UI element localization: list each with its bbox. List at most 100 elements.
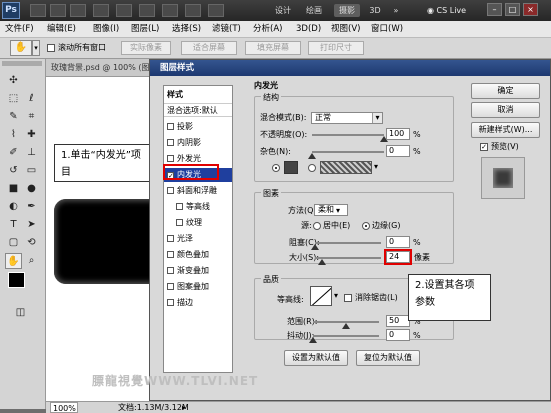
noise-slider-knob[interactable] bbox=[308, 153, 316, 159]
style-item-satin[interactable]: 光泽 bbox=[164, 232, 232, 246]
opacity-input[interactable]: 100 bbox=[386, 128, 410, 140]
scroll-all-checkbox[interactable] bbox=[47, 44, 55, 52]
checkbox-bevel-emboss[interactable] bbox=[167, 187, 174, 194]
choke-input[interactable]: 0 bbox=[386, 236, 410, 248]
size-slider-knob[interactable] bbox=[318, 259, 326, 265]
anti-alias-checkbox[interactable] bbox=[344, 294, 352, 302]
checkbox-inner-shadow[interactable] bbox=[167, 139, 174, 146]
menu-view[interactable]: 视图(V) bbox=[331, 21, 360, 38]
hand-tool-icon[interactable]: ✋ bbox=[5, 253, 22, 269]
minimize-button[interactable]: – bbox=[487, 3, 502, 16]
noise-input[interactable]: 0 bbox=[386, 145, 410, 157]
fill-screen-button[interactable]: 填充屏幕 bbox=[245, 41, 301, 55]
styles-header[interactable]: 样式 bbox=[164, 88, 232, 102]
menu-file[interactable]: 文件(F) bbox=[5, 21, 34, 38]
path-selection-tool-icon[interactable]: ➤ bbox=[23, 217, 40, 233]
style-item-bevel-emboss[interactable]: 斜面和浮雕 bbox=[164, 184, 232, 198]
arrange-documents-icon[interactable] bbox=[185, 4, 201, 17]
history-brush-tool-icon[interactable]: ↺ bbox=[5, 163, 22, 179]
quick-select-tool-icon[interactable]: ✎ bbox=[5, 109, 22, 125]
checkbox-color-overlay[interactable] bbox=[167, 251, 174, 258]
workspace-photography[interactable]: 摄影 bbox=[334, 4, 360, 17]
restore-button[interactable]: □ bbox=[505, 3, 520, 16]
source-edge-radio[interactable] bbox=[362, 222, 370, 230]
hand-tool-preset-icon[interactable]: ✋ bbox=[10, 40, 32, 56]
solid-color-radio[interactable] bbox=[272, 164, 280, 172]
menu-layer[interactable]: 图层(L) bbox=[131, 21, 159, 38]
gradient-picker[interactable] bbox=[320, 161, 372, 174]
contour-picker[interactable] bbox=[310, 286, 332, 306]
clone-stamp-tool-icon[interactable]: ⊥ bbox=[23, 145, 40, 161]
checkbox-gradient-overlay[interactable] bbox=[167, 267, 174, 274]
hand-tool-icon[interactable] bbox=[116, 4, 132, 17]
zoom-tool-icon[interactable] bbox=[139, 4, 155, 17]
menu-image[interactable]: 图像(I) bbox=[93, 21, 119, 38]
view-extras-icon[interactable] bbox=[70, 4, 86, 17]
brush-tool-icon[interactable]: ✐ bbox=[5, 145, 22, 161]
zoom-level-input[interactable]: 100% bbox=[50, 402, 78, 413]
make-default-button[interactable]: 设置为默认值 bbox=[284, 350, 348, 366]
new-style-button[interactable]: 新建样式(W)... bbox=[471, 122, 540, 138]
checkbox-outer-glow[interactable] bbox=[167, 155, 174, 162]
healing-brush-tool-icon[interactable]: ✚ bbox=[23, 127, 40, 143]
actual-pixels-button[interactable]: 实际像素 bbox=[121, 41, 171, 55]
style-item-color-overlay[interactable]: 颜色叠加 bbox=[164, 248, 232, 262]
style-item-drop-shadow[interactable]: 投影 bbox=[164, 120, 232, 134]
chevron-down-icon[interactable]: ▾ bbox=[374, 161, 378, 173]
cancel-button[interactable]: 取消 bbox=[471, 102, 540, 118]
quick-mask-icon[interactable]: ◫ bbox=[12, 305, 29, 321]
checkbox-satin[interactable] bbox=[167, 235, 174, 242]
jitter-input[interactable]: 0 bbox=[386, 329, 410, 341]
style-item-inner-shadow[interactable]: 内阴影 bbox=[164, 136, 232, 150]
fit-screen-button[interactable]: 适合屏幕 bbox=[181, 41, 237, 55]
workspace-painting[interactable]: 绘画 bbox=[302, 4, 326, 17]
menu-analysis[interactable]: 分析(A) bbox=[253, 21, 282, 38]
ok-button[interactable]: 确定 bbox=[471, 83, 540, 99]
menu-filter[interactable]: 滤镜(T) bbox=[212, 21, 241, 38]
cs-live-button[interactable]: ◉ CS Live bbox=[427, 4, 466, 17]
jitter-slider-knob[interactable] bbox=[309, 337, 317, 343]
status-menu-arrow-icon[interactable]: ▸ bbox=[182, 402, 186, 413]
dodge-tool-icon[interactable]: ◐ bbox=[5, 199, 22, 215]
crop-tool-icon[interactable]: ⌗ bbox=[23, 109, 40, 125]
menu-window[interactable]: 窗口(W) bbox=[371, 21, 403, 38]
source-center-radio[interactable] bbox=[313, 222, 321, 230]
menu-3d[interactable]: 3D(D) bbox=[296, 21, 321, 38]
chevron-down-icon[interactable]: ▾ bbox=[336, 205, 340, 217]
blend-options-item[interactable]: 混合选项:默认 bbox=[164, 103, 232, 117]
range-input[interactable]: 50 bbox=[386, 315, 410, 327]
reset-default-button[interactable]: 复位为默认值 bbox=[356, 350, 420, 366]
print-size-button[interactable]: 打印尺寸 bbox=[308, 41, 364, 55]
gradient-radio[interactable] bbox=[308, 164, 316, 172]
range-slider-knob[interactable] bbox=[342, 323, 350, 329]
more-workspaces[interactable]: » bbox=[390, 4, 402, 17]
lasso-tool-icon[interactable]: ℓ bbox=[23, 91, 40, 107]
menu-edit[interactable]: 编辑(E) bbox=[47, 21, 76, 38]
chevron-down-icon[interactable]: ▾ bbox=[32, 40, 40, 56]
style-item-texture[interactable]: 纹理 bbox=[164, 216, 232, 230]
workspace-design[interactable]: 设计 bbox=[271, 4, 295, 17]
checkbox-drop-shadow[interactable] bbox=[167, 123, 174, 130]
zoom-level-icon[interactable] bbox=[93, 4, 109, 17]
method-select[interactable]: 柔和 bbox=[314, 204, 348, 216]
glow-color-swatch[interactable] bbox=[284, 161, 298, 174]
shape-tool-icon[interactable]: ▢ bbox=[5, 235, 22, 251]
screen-mode-icon[interactable] bbox=[208, 4, 224, 17]
style-item-contour[interactable]: 等高线 bbox=[164, 200, 232, 214]
checkbox-contour[interactable] bbox=[176, 203, 183, 210]
rotate-view-icon[interactable] bbox=[162, 4, 178, 17]
3d-rotate-tool-icon[interactable]: ⟲ bbox=[23, 235, 40, 251]
eraser-tool-icon[interactable]: ▭ bbox=[23, 163, 40, 179]
zoom-tool-icon[interactable]: ⌕ bbox=[23, 253, 40, 269]
style-item-pattern-overlay[interactable]: 图案叠加 bbox=[164, 280, 232, 294]
checkbox-stroke[interactable] bbox=[167, 299, 174, 306]
blend-mode-select[interactable]: 正常 ▾ bbox=[311, 112, 383, 124]
foreground-color-swatch[interactable] bbox=[8, 272, 25, 288]
move-tool-icon[interactable]: ✣ bbox=[5, 73, 22, 89]
marquee-tool-icon[interactable]: ⬚ bbox=[5, 91, 22, 107]
preview-checkbox[interactable]: ✓ bbox=[480, 143, 488, 151]
type-tool-icon[interactable]: T bbox=[5, 217, 22, 233]
mini-bridge-icon[interactable] bbox=[50, 4, 66, 17]
blur-tool-icon[interactable]: ● bbox=[23, 181, 40, 197]
style-item-stroke[interactable]: 描边 bbox=[164, 296, 232, 310]
